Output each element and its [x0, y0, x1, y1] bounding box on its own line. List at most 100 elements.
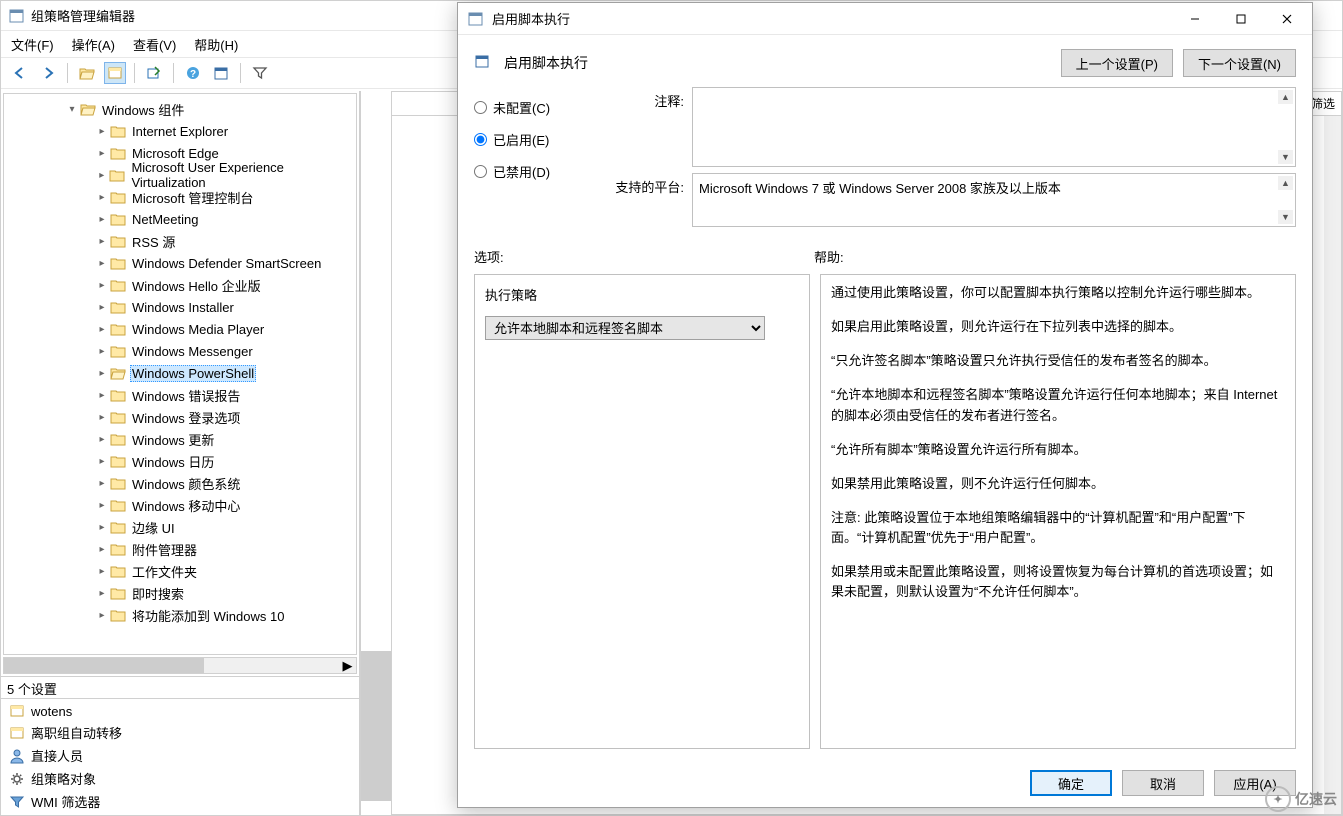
expand-icon[interactable]: ▸	[94, 500, 110, 511]
tree-item[interactable]: ▸Microsoft User Experience Virtualizatio…	[4, 164, 356, 186]
console-item-wmi[interactable]: WMI 筛选器	[1, 790, 359, 813]
tree-item[interactable]: ▸ Windows 错误报告	[4, 384, 356, 406]
radio-not-configured-input[interactable]	[474, 101, 487, 114]
export-button[interactable]	[143, 62, 165, 84]
tree-item-label: 工作文件夹	[130, 562, 199, 581]
scroll-right-icon[interactable]: ▶	[339, 658, 356, 673]
expand-icon[interactable]: ▸	[94, 544, 110, 555]
expand-icon[interactable]: ▸	[94, 148, 110, 159]
help-para: 如果启用此策略设置，则允许运行在下拉列表中选择的脚本。	[831, 317, 1285, 337]
radio-disabled[interactable]: 已禁用(D)	[474, 155, 584, 187]
tree-item-label: Windows Messenger	[130, 344, 255, 359]
expand-icon[interactable]: ▸	[94, 368, 110, 379]
expand-icon[interactable]: ▸	[94, 170, 109, 181]
tree-item-label: Windows Media Player	[130, 322, 266, 337]
tree-item[interactable]: ▸即时搜索	[4, 582, 356, 604]
tree-item[interactable]: ▸Windows Defender SmartScreen	[4, 252, 356, 274]
tree-item-label: Microsoft 管理控制台	[130, 188, 255, 207]
filter-icon	[9, 794, 25, 810]
console-item-direct-people[interactable]: 直接人员	[1, 744, 359, 767]
back-button[interactable]	[9, 62, 31, 84]
scroll-thumb[interactable]	[4, 658, 204, 673]
expand-icon[interactable]: ▸	[94, 456, 110, 467]
expand-icon[interactable]: ▸	[94, 610, 110, 621]
watermark-text: 亿速云	[1295, 789, 1337, 809]
tree-item[interactable]: ▸ Internet Explorer	[4, 120, 356, 142]
expand-icon[interactable]: ▸	[94, 434, 110, 445]
console-item-wotens[interactable]: wotens	[1, 701, 359, 721]
expand-icon[interactable]: ▸	[94, 236, 110, 247]
expand-icon[interactable]: ▸	[94, 346, 110, 357]
tree-item[interactable]: ▸NetMeeting	[4, 208, 356, 230]
radio-disabled-input[interactable]	[474, 165, 487, 178]
tree-pane[interactable]: ▾Windows 组件▸Internet Explorer▸Microsoft …	[3, 93, 357, 655]
console-item-gpo[interactable]: 组策略对象	[1, 767, 359, 790]
tree-item-label: Windows 错误报告	[130, 386, 242, 405]
menu-view[interactable]: 查看(V)	[133, 35, 176, 54]
folder-icon	[110, 145, 126, 161]
ok-button[interactable]: 确定	[1030, 770, 1112, 796]
expand-icon[interactable]: ▸	[94, 192, 110, 203]
up-button[interactable]	[76, 62, 98, 84]
radio-dis-label: 已禁用(D)	[493, 162, 550, 181]
help-pane[interactable]: 通过使用此策略设置，你可以配置脚本执行策略以控制允许运行哪些脚本。 如果启用此策…	[820, 274, 1296, 749]
content-scrollbar[interactable]	[1324, 116, 1341, 814]
platform-scrollbar[interactable]: ▲▼	[1278, 176, 1293, 224]
dialog-titlebar[interactable]: 启用脚本执行	[458, 3, 1312, 35]
expand-icon[interactable]: ▸	[94, 280, 110, 291]
filter-button[interactable]	[249, 62, 271, 84]
help-button[interactable]	[182, 62, 204, 84]
expand-icon[interactable]: ▸	[94, 302, 110, 313]
expand-icon[interactable]: ▸	[94, 522, 110, 533]
menu-file[interactable]: 文件(F)	[11, 35, 54, 54]
expand-icon[interactable]: ▸	[94, 478, 110, 489]
tree-horizontal-scrollbar[interactable]: ◀ ▶	[3, 657, 357, 674]
folder-icon	[110, 123, 126, 139]
tree-item[interactable]: ▸RSS 源	[4, 230, 356, 252]
next-setting-button[interactable]: 下一个设置(N)	[1183, 49, 1296, 77]
expand-icon[interactable]: ▸	[94, 390, 110, 401]
radio-enabled[interactable]: 已启用(E)	[474, 123, 584, 155]
execution-policy-select[interactable]: 允许本地脚本和远程签名脚本	[485, 316, 765, 340]
cancel-button[interactable]: 取消	[1122, 770, 1204, 796]
tree-item[interactable]: ▸Windows 移动中心	[4, 494, 356, 516]
menu-help[interactable]: 帮助(H)	[194, 35, 238, 54]
previous-setting-button[interactable]: 上一个设置(P)	[1061, 49, 1173, 77]
properties-button[interactable]	[210, 62, 232, 84]
forward-button[interactable]	[37, 62, 59, 84]
tree-item[interactable]: ▸Windows 颜色系统	[4, 472, 356, 494]
radio-not-configured[interactable]: 未配置(C)	[474, 91, 584, 123]
tree-item[interactable]: ▸ Windows Messenger	[4, 340, 356, 362]
tree-item[interactable]: ▸ 工作文件夹	[4, 560, 356, 582]
show-hide-tree-button[interactable]	[104, 62, 126, 84]
minimize-button[interactable]	[1172, 4, 1218, 34]
tree-item[interactable]: ▸Windows 登录选项	[4, 406, 356, 428]
dialog-footer: 确定 取消 应用(A)	[458, 759, 1312, 807]
tree-item[interactable]: ▸Windows 日历	[4, 450, 356, 472]
tree-root-item[interactable]: ▾Windows 组件	[4, 98, 356, 120]
tree-item-label: Internet Explorer	[130, 124, 230, 139]
tree-item[interactable]: ▸边缘 UI	[4, 516, 356, 538]
expand-icon[interactable]: ▸	[94, 566, 110, 577]
tree-item[interactable]: ▸Windows 更新	[4, 428, 356, 450]
tree-item[interactable]: ▸附件管理器	[4, 538, 356, 560]
tree-item[interactable]: ▸Windows PowerShell	[4, 362, 356, 384]
expand-icon[interactable]: ▸	[94, 588, 110, 599]
collapse-icon[interactable]: ▾	[64, 104, 80, 115]
expand-icon[interactable]: ▸	[94, 412, 110, 423]
expand-icon[interactable]: ▸	[94, 324, 110, 335]
tree-item[interactable]: ▸Windows Hello 企业版	[4, 274, 356, 296]
tree-item[interactable]: ▸将功能添加到 Windows 10	[4, 604, 356, 626]
tree-item[interactable]: ▸ Windows Media Player	[4, 318, 356, 340]
console-item-leaver-transfer[interactable]: 离职组自动转移	[1, 721, 359, 744]
close-button[interactable]	[1264, 4, 1310, 34]
notes-textarea[interactable]: ▲▼	[692, 87, 1296, 167]
tree-item[interactable]: ▸Windows Installer	[4, 296, 356, 318]
expand-icon[interactable]: ▸	[94, 258, 110, 269]
notes-scrollbar[interactable]: ▲▼	[1278, 90, 1293, 164]
expand-icon[interactable]: ▸	[94, 214, 110, 225]
maximize-button[interactable]	[1218, 4, 1264, 34]
expand-icon[interactable]: ▸	[94, 126, 110, 137]
menu-action[interactable]: 操作(A)	[72, 35, 115, 54]
radio-enabled-input[interactable]	[474, 133, 487, 146]
